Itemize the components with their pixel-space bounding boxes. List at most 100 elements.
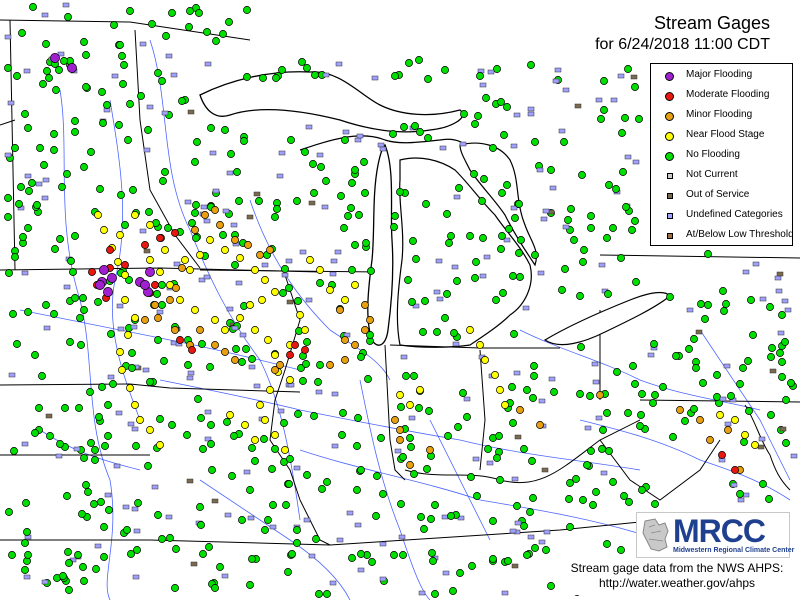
legend-label: Out of Service	[686, 189, 750, 200]
no-flooding-gage	[704, 301, 712, 309]
no-flooding-gage	[132, 442, 140, 450]
no-flooding-gage	[199, 445, 207, 453]
near-flood-stage-gage	[271, 431, 279, 439]
undefined-category-gage	[143, 147, 151, 153]
no-flooding-gage	[713, 371, 721, 379]
undefined-category-gage	[285, 258, 293, 264]
no-flooding-gage	[207, 421, 215, 429]
undefined-category-gage	[554, 67, 562, 73]
no-flooding-gage	[566, 523, 574, 531]
no-flooding-gage	[638, 486, 646, 494]
undefined-category-gage	[595, 97, 603, 103]
undefined-category-gage	[356, 133, 364, 139]
no-flooding-gage	[219, 30, 227, 38]
no-flooding-gage	[233, 168, 241, 176]
no-flooding-gage	[185, 23, 193, 31]
near-flood-stage-gage	[146, 426, 154, 434]
no-flooding-gage	[419, 328, 427, 336]
no-flooding-gage	[576, 292, 584, 300]
undefined-category-gage	[527, 111, 535, 117]
no-flooding-gage	[408, 298, 416, 306]
no-flooding-gage	[225, 18, 233, 26]
no-flooding-gage	[299, 377, 307, 385]
no-flooding-gage	[450, 329, 458, 337]
moderate-flooding-gage	[291, 341, 299, 349]
no-flooding-gage	[360, 158, 368, 166]
no-flooding-gage	[409, 237, 417, 245]
minor-flooding-gage	[336, 306, 344, 314]
near-flood-stage-gage	[206, 236, 214, 244]
undefined-category-gage	[278, 150, 286, 156]
no-flooding-gage	[232, 345, 240, 353]
undefined-category-gage	[759, 296, 767, 302]
no-flooding-gage	[99, 119, 107, 127]
no-flooding-gage	[459, 389, 467, 397]
out-of-service-gage	[246, 214, 254, 220]
no-flooding-gage	[216, 563, 224, 571]
near-flood-stage-gage	[136, 416, 144, 424]
no-flooding-gage	[285, 480, 293, 488]
near-flood-stage-gage	[186, 266, 194, 274]
no-flooding-gage	[429, 557, 437, 565]
no-flooding-gage	[146, 378, 154, 386]
undefined-category-gage	[377, 142, 385, 148]
no-flooding-gage	[617, 254, 625, 262]
undefined-category-gage	[501, 590, 509, 596]
undefined-category-gage	[146, 104, 154, 110]
no-flooding-gage	[600, 77, 608, 85]
undefined-category-gage	[203, 218, 211, 224]
no-flooding-gage	[87, 439, 95, 447]
no-flooding-gage	[498, 189, 506, 197]
no-flooding-gage	[493, 454, 501, 462]
no-flooding-gage	[472, 258, 480, 266]
undefined-category-gage	[303, 517, 311, 523]
no-flooding-gage	[101, 442, 109, 450]
near-flood-stage-gage	[261, 276, 269, 284]
no-flooding-gage	[4, 194, 12, 202]
credit-line-2: http://water.weather.gov/ahps	[598, 576, 756, 590]
legend-label: Near Flood Stage	[686, 129, 765, 140]
undefined-category-gage	[23, 68, 31, 74]
undefined-category-gage	[513, 370, 521, 376]
legend-label: No Flooding	[686, 149, 740, 160]
no-flooding-gage	[421, 297, 429, 305]
no-flooding-gage	[314, 378, 322, 386]
undefined-category-gage	[204, 409, 212, 415]
no-flooding-gage	[400, 123, 408, 131]
no-flooding-gage	[323, 478, 331, 486]
no-flooding-gage	[65, 586, 73, 594]
near-flood-stage-gage	[241, 421, 249, 429]
undefined-category-gage	[8, 372, 16, 378]
no-flooding-gage	[745, 407, 753, 415]
out-of-service-gage	[211, 498, 219, 504]
no-flooding-gage	[528, 457, 536, 465]
no-flooding-gage	[154, 69, 162, 77]
no-flooding-gage	[410, 470, 418, 478]
undefined-category-gage	[522, 305, 530, 311]
undefined-category-gage	[122, 504, 130, 510]
no-flooding-gage	[42, 40, 50, 48]
no-flooding-gage	[744, 357, 752, 365]
undefined-category-gage	[316, 152, 324, 158]
undefined-category-gage	[308, 553, 316, 559]
no-flooding-gage	[77, 341, 85, 349]
undefined-category-gage	[624, 154, 632, 160]
no-flooding-gage	[778, 311, 786, 319]
undefined-category-gage	[479, 273, 487, 279]
no-flooding-gage	[40, 161, 48, 169]
no-flooding-gage	[467, 473, 475, 481]
no-flooding-gage	[565, 495, 573, 503]
no-flooding-gage	[404, 276, 412, 284]
no-flooding-gage	[672, 352, 680, 360]
no-flooding-gage	[587, 224, 595, 232]
no-flooding-gage	[5, 508, 13, 516]
no-flooding-gage	[316, 279, 324, 287]
no-flooding-gage	[368, 558, 376, 566]
no-flooding-gage	[603, 409, 611, 417]
minor-flooding-gage	[211, 341, 219, 349]
undefined-category-gage	[115, 410, 123, 416]
no-flooding-gage	[479, 234, 487, 242]
no-flooding-gage	[357, 550, 365, 558]
minor-flooding-gage	[396, 426, 404, 434]
no-flooding-gage	[701, 315, 709, 323]
